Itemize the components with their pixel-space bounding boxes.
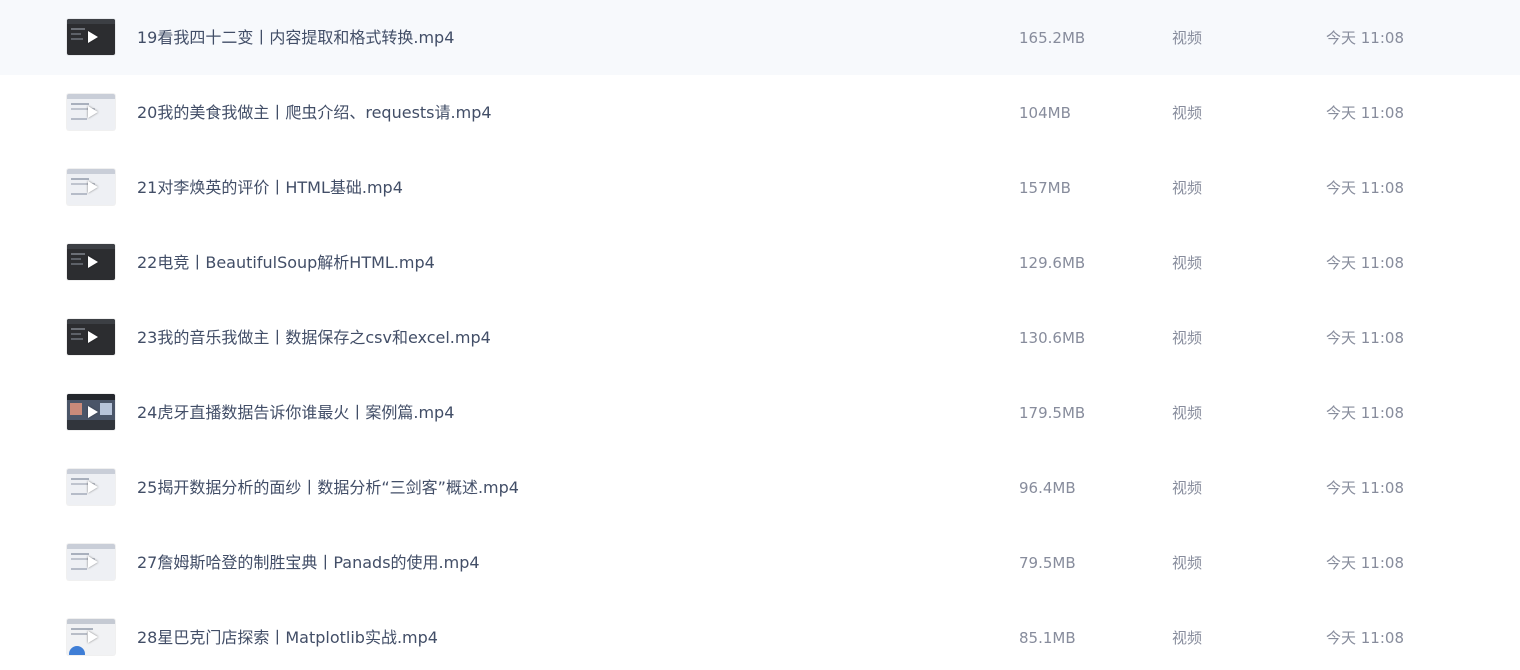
file-name-link[interactable]: 27詹姆斯哈登的制胜宝典丨Panads的使用.mp4 [137, 552, 480, 574]
file-size: 79.5MB [1019, 554, 1076, 572]
file-name-link[interactable]: 24虎牙直播数据告诉你谁最火丨案例篇.mp4 [137, 402, 454, 424]
file-size: 157MB [1019, 179, 1071, 197]
video-thumbnail[interactable] [67, 169, 115, 205]
video-thumbnail[interactable] [67, 19, 115, 55]
video-thumbnail[interactable] [67, 394, 115, 430]
video-thumbnail[interactable] [67, 619, 115, 655]
video-thumbnail[interactable] [67, 544, 115, 580]
file-name-link[interactable]: 19看我四十二变丨内容提取和格式转换.mp4 [137, 27, 454, 49]
file-size: 179.5MB [1019, 404, 1086, 422]
file-row[interactable]: 19看我四十二变丨内容提取和格式转换.mp4 165.2MB 视频 今天 11:… [0, 0, 1520, 75]
file-row[interactable]: 25揭开数据分析的面纱丨数据分析“三剑客”概述.mp4 96.4MB 视频 今天… [0, 450, 1520, 525]
file-row[interactable]: 24虎牙直播数据告诉你谁最火丨案例篇.mp4 179.5MB 视频 今天 11:… [0, 375, 1520, 450]
play-icon [88, 181, 98, 193]
file-type: 视频 [1172, 104, 1203, 122]
file-size: 104MB [1019, 104, 1071, 122]
file-modified-time: 今天 11:08 [1326, 554, 1404, 572]
file-type: 视频 [1172, 254, 1203, 272]
file-type: 视频 [1172, 479, 1203, 497]
file-modified-time: 今天 11:08 [1326, 254, 1404, 272]
file-modified-time: 今天 11:08 [1326, 329, 1404, 347]
file-row[interactable]: 23我的音乐我做主丨数据保存之csv和excel.mp4 130.6MB 视频 … [0, 300, 1520, 375]
file-row[interactable]: 27詹姆斯哈登的制胜宝典丨Panads的使用.mp4 79.5MB 视频 今天 … [0, 525, 1520, 600]
play-icon [88, 256, 98, 268]
file-modified-time: 今天 11:08 [1326, 629, 1404, 647]
file-type: 视频 [1172, 404, 1203, 422]
play-icon [88, 631, 98, 643]
file-modified-time: 今天 11:08 [1326, 104, 1404, 122]
file-row[interactable]: 22电竞丨BeautifulSoup解析HTML.mp4 129.6MB 视频 … [0, 225, 1520, 300]
file-name-link[interactable]: 21对李焕英的评价丨HTML基础.mp4 [137, 177, 403, 199]
file-name-link[interactable]: 25揭开数据分析的面纱丨数据分析“三剑客”概述.mp4 [137, 477, 519, 499]
file-name-link[interactable]: 23我的音乐我做主丨数据保存之csv和excel.mp4 [137, 327, 491, 349]
file-type: 视频 [1172, 329, 1203, 347]
file-list: 19看我四十二变丨内容提取和格式转换.mp4 165.2MB 视频 今天 11:… [0, 0, 1520, 670]
video-thumbnail[interactable] [67, 319, 115, 355]
file-modified-time: 今天 11:08 [1326, 179, 1404, 197]
file-size: 165.2MB [1019, 29, 1086, 47]
play-icon [88, 481, 98, 493]
file-size: 85.1MB [1019, 629, 1076, 647]
video-thumbnail[interactable] [67, 94, 115, 130]
play-icon [88, 406, 98, 418]
file-type: 视频 [1172, 179, 1203, 197]
file-modified-time: 今天 11:08 [1326, 479, 1404, 497]
file-size: 96.4MB [1019, 479, 1076, 497]
file-row[interactable]: 20我的美食我做主丨爬虫介绍、requests请.mp4 104MB 视频 今天… [0, 75, 1520, 150]
play-icon [88, 106, 98, 118]
file-modified-time: 今天 11:08 [1326, 404, 1404, 422]
file-type: 视频 [1172, 29, 1203, 47]
file-size: 129.6MB [1019, 254, 1086, 272]
video-thumbnail[interactable] [67, 469, 115, 505]
file-name-link[interactable]: 20我的美食我做主丨爬虫介绍、requests请.mp4 [137, 102, 492, 124]
play-icon [88, 331, 98, 343]
file-row[interactable]: 28星巴克门店探索丨Matplotlib实战.mp4 85.1MB 视频 今天 … [0, 600, 1520, 670]
file-type: 视频 [1172, 629, 1203, 647]
file-row[interactable]: 21对李焕英的评价丨HTML基础.mp4 157MB 视频 今天 11:08 [0, 150, 1520, 225]
play-icon [88, 556, 98, 568]
file-modified-time: 今天 11:08 [1326, 29, 1404, 47]
file-name-link[interactable]: 22电竞丨BeautifulSoup解析HTML.mp4 [137, 252, 435, 274]
file-size: 130.6MB [1019, 329, 1086, 347]
file-name-link[interactable]: 28星巴克门店探索丨Matplotlib实战.mp4 [137, 627, 438, 649]
video-thumbnail[interactable] [67, 244, 115, 280]
file-type: 视频 [1172, 554, 1203, 572]
play-icon [88, 31, 98, 43]
